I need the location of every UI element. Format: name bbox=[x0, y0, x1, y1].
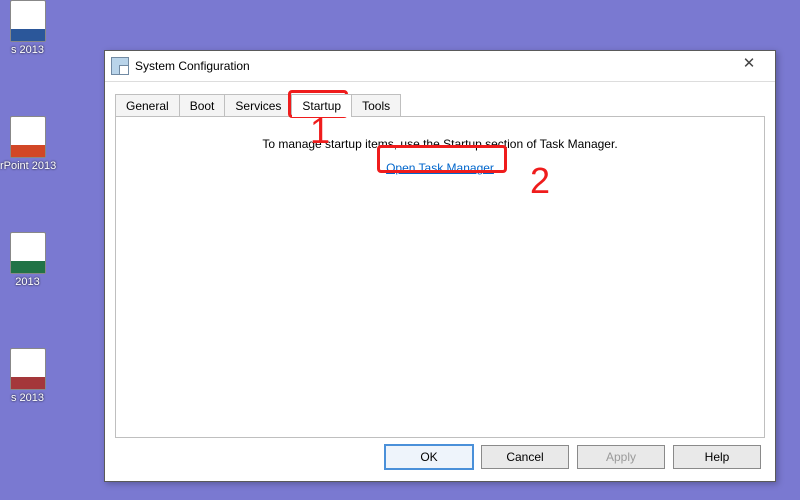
desktop-icon-label: 2013 bbox=[0, 276, 55, 288]
powerpoint-icon bbox=[10, 116, 46, 158]
system-configuration-window: System Configuration ✕ General Boot Serv… bbox=[104, 50, 776, 482]
app-icon bbox=[111, 57, 129, 75]
close-icon: ✕ bbox=[743, 55, 756, 72]
dialog-button-row: OK Cancel Apply Help bbox=[385, 445, 761, 469]
desktop-icon[interactable]: s 2013 bbox=[0, 0, 55, 56]
titlebar: System Configuration ✕ bbox=[105, 51, 775, 82]
tab-general[interactable]: General bbox=[115, 94, 180, 117]
desktop-icon[interactable]: rPoint 2013 bbox=[0, 116, 55, 172]
excel-icon bbox=[10, 232, 46, 274]
desktop-icon-label: s 2013 bbox=[0, 44, 55, 56]
apply-button: Apply bbox=[577, 445, 665, 469]
open-task-manager-link[interactable]: Open Task Manager bbox=[386, 161, 494, 175]
tab-boot[interactable]: Boot bbox=[180, 94, 226, 117]
tab-tools[interactable]: Tools bbox=[352, 94, 401, 117]
desktop-icon-label: rPoint 2013 bbox=[0, 160, 55, 172]
desktop-icon[interactable]: s 2013 bbox=[0, 348, 55, 404]
help-button[interactable]: Help bbox=[673, 445, 761, 469]
desktop-icon[interactable]: 2013 bbox=[0, 232, 55, 288]
close-button[interactable]: ✕ bbox=[729, 52, 769, 80]
cancel-button[interactable]: Cancel bbox=[481, 445, 569, 469]
word-icon bbox=[10, 0, 46, 42]
tab-panel-startup: To manage startup items, use the Startup… bbox=[115, 116, 765, 438]
access-icon bbox=[10, 348, 46, 390]
desktop: s 2013 rPoint 2013 2013 s 2013 bbox=[0, 0, 60, 500]
tab-services[interactable]: Services bbox=[225, 94, 292, 117]
window-title: System Configuration bbox=[135, 51, 729, 81]
desktop-icon-label: s 2013 bbox=[0, 392, 55, 404]
tab-startup[interactable]: Startup bbox=[292, 94, 352, 117]
startup-info-text: To manage startup items, use the Startup… bbox=[116, 137, 764, 151]
tab-strip: General Boot Services Startup Tools bbox=[115, 90, 775, 116]
ok-button[interactable]: OK bbox=[385, 445, 473, 469]
